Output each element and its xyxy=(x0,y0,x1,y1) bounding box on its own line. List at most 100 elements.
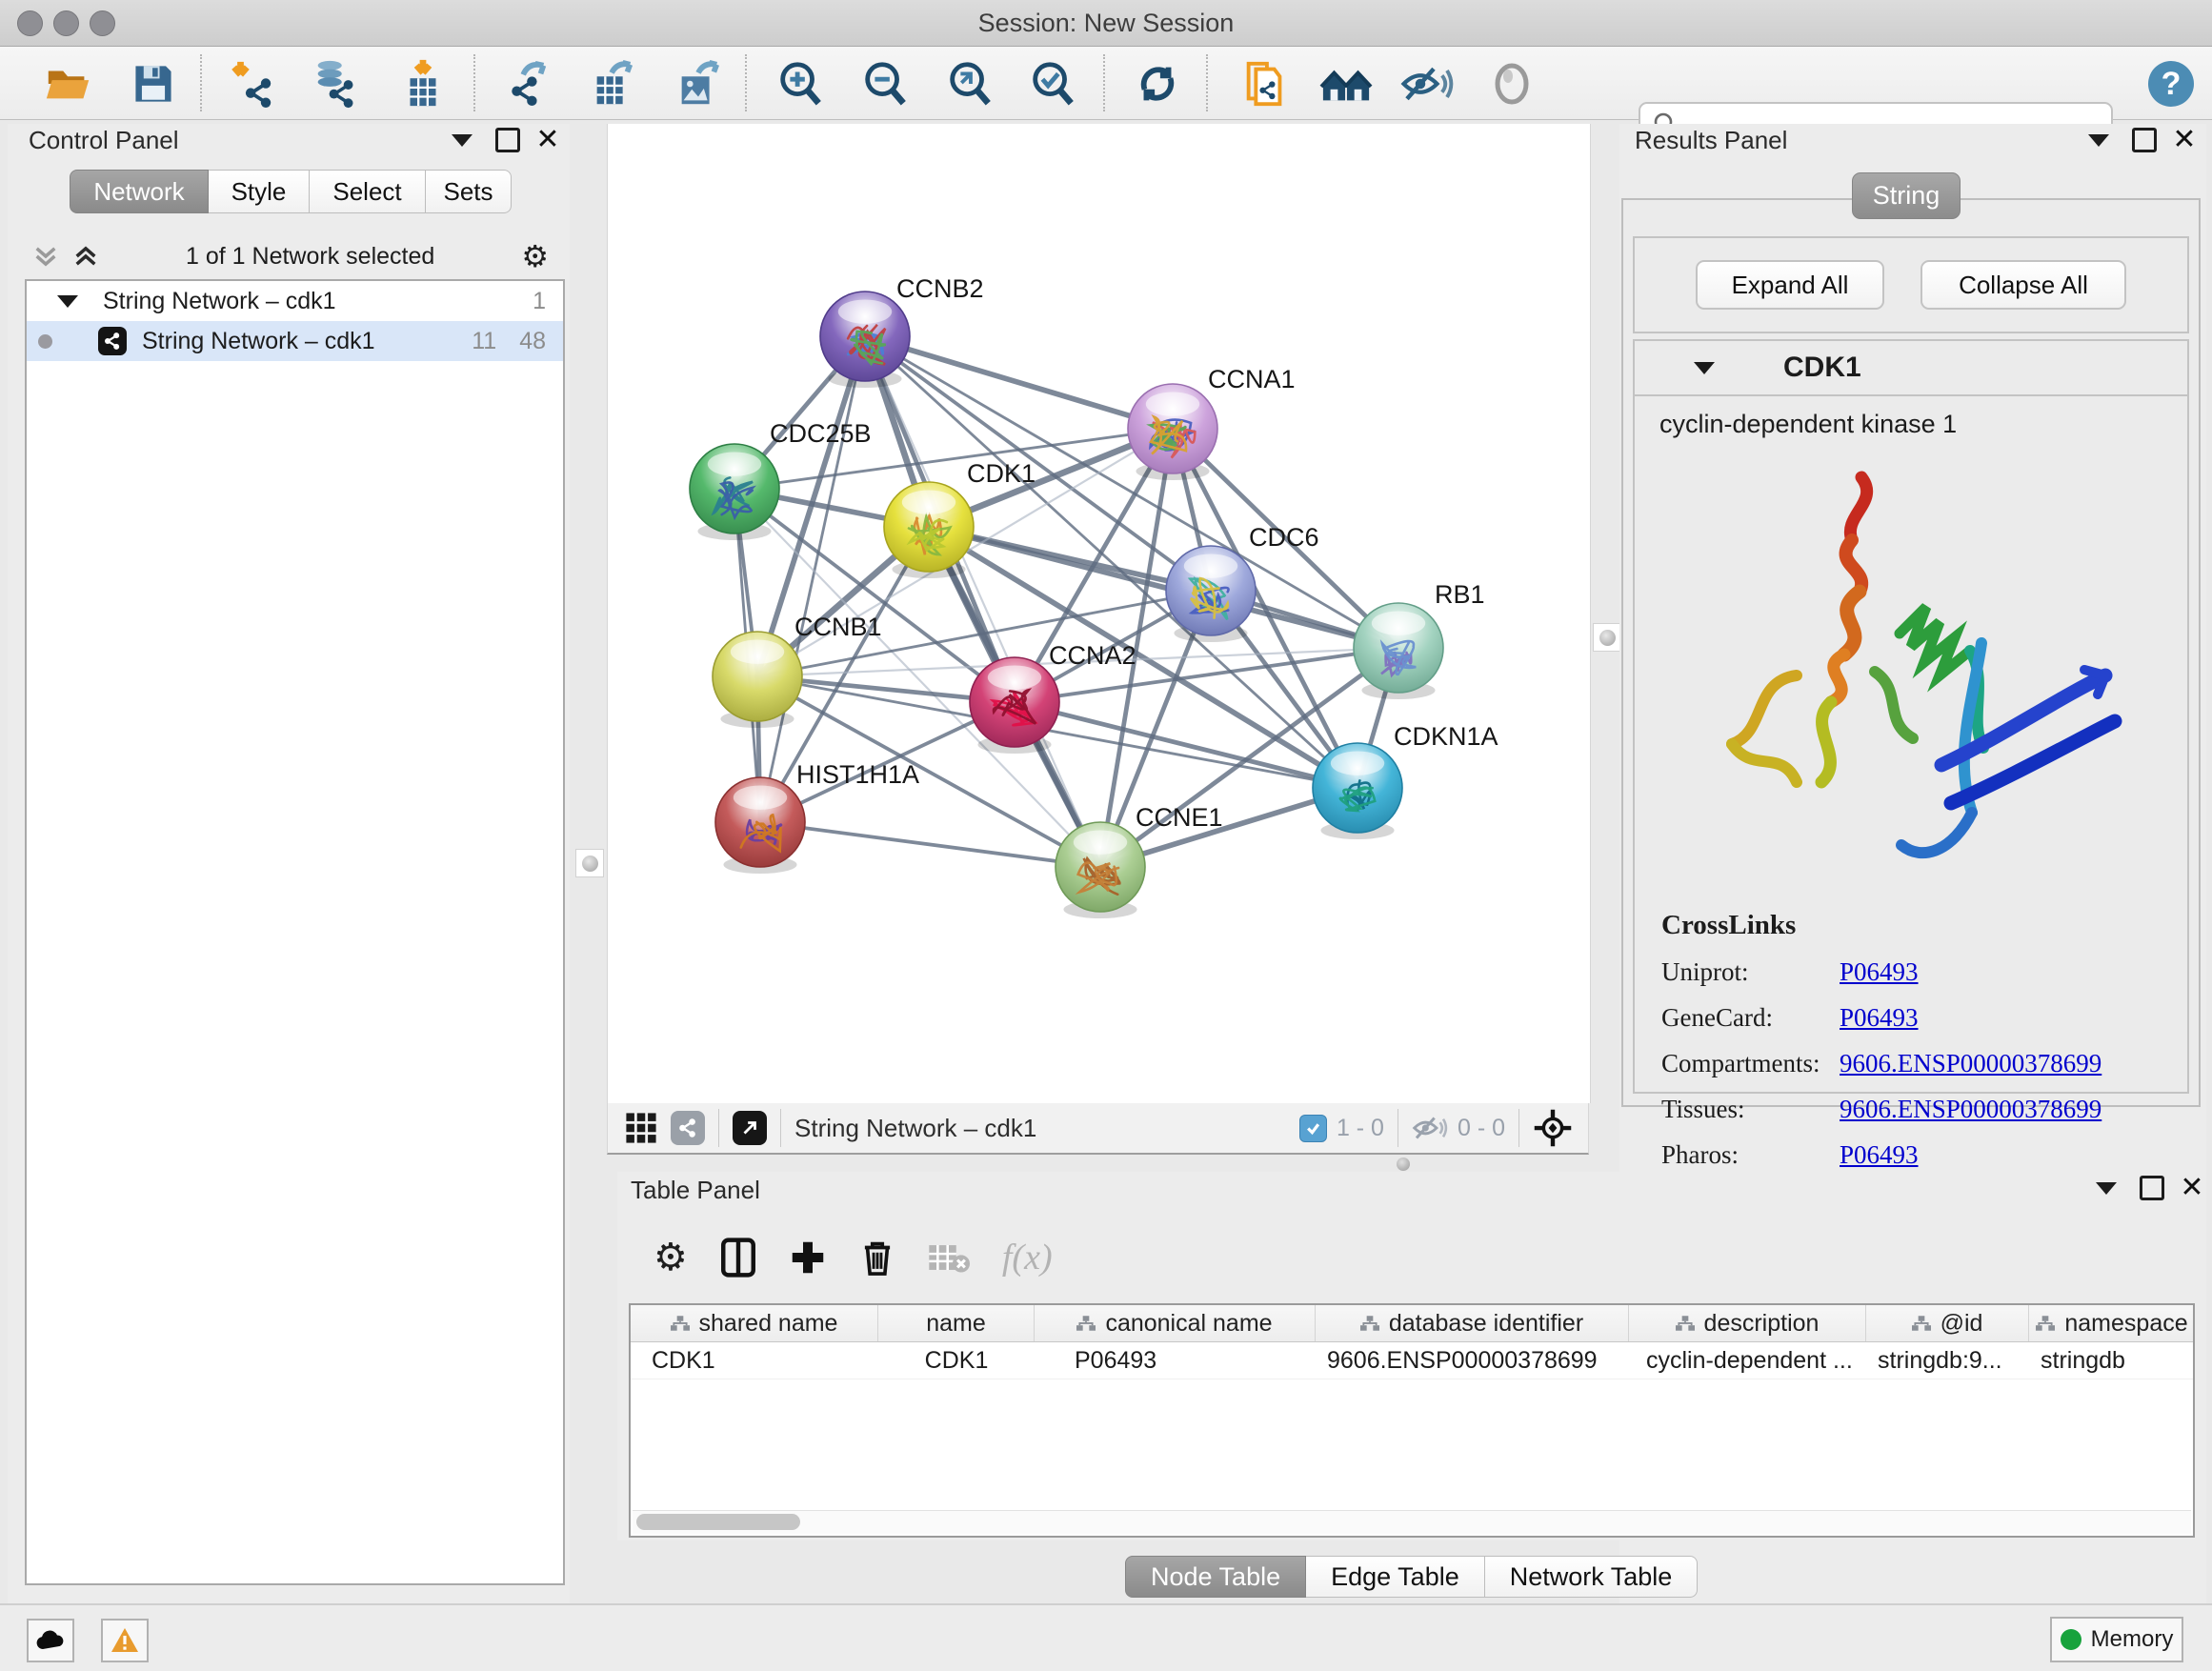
tab-sets[interactable]: Sets xyxy=(426,170,512,213)
memory-button[interactable]: Memory xyxy=(2050,1617,2183,1662)
grid-view-icon[interactable] xyxy=(625,1112,657,1144)
import-network-database-button[interactable] xyxy=(308,56,363,111)
collapse-icon xyxy=(452,134,473,147)
zoom-selected-button[interactable] xyxy=(1025,56,1080,111)
crosslink-label: Uniprot: xyxy=(1661,957,1840,987)
control-panel-close-button[interactable]: ✕ xyxy=(533,124,562,156)
expand-all-icon[interactable] xyxy=(72,243,99,270)
column-header-shared-name[interactable]: shared name xyxy=(631,1305,878,1341)
cell-database-identifier[interactable]: 9606.ENSP00000378699 xyxy=(1316,1342,1629,1379)
network-canvas[interactable]: CCNB2CCNA1CDC25BCDK1CDC6RB1CCNB1CCNA2CDK… xyxy=(607,124,1591,1103)
column-header-name[interactable]: name xyxy=(878,1305,1035,1341)
cell-canonical-name[interactable]: P06493 xyxy=(1035,1342,1316,1379)
control-panel-collapse-button[interactable] xyxy=(448,124,476,156)
status-bar: Memory xyxy=(0,1603,2212,1671)
export-network-button[interactable] xyxy=(501,56,556,111)
detach-view-icon[interactable] xyxy=(733,1111,767,1145)
table-panel-close-button[interactable]: ✕ xyxy=(2178,1172,2206,1204)
results-panel-float-button[interactable] xyxy=(2130,124,2159,156)
disclosure-triangle-icon[interactable] xyxy=(57,295,78,308)
results-panel-close-button[interactable]: ✕ xyxy=(2170,124,2199,156)
svg-text:?: ? xyxy=(2162,66,2182,102)
table-panel-float-button[interactable] xyxy=(2138,1172,2166,1204)
open-session-button[interactable] xyxy=(41,56,96,111)
table-panel-collapse-button[interactable] xyxy=(2092,1172,2121,1204)
hidden-eye-icon[interactable] xyxy=(1412,1115,1448,1141)
export-image-button[interactable] xyxy=(671,56,726,111)
clone-network-icon xyxy=(1239,58,1291,110)
node-table[interactable]: shared name name canonical name database… xyxy=(629,1303,2195,1538)
cell-namespace[interactable]: stringdb xyxy=(2029,1342,2195,1379)
network-badge-icon[interactable] xyxy=(671,1111,705,1145)
network-view-toolbar: String Network – cdk1 1 - 0 0 - 0 xyxy=(607,1103,1589,1155)
delete-table-icon[interactable] xyxy=(928,1241,970,1274)
table-horizontal-scrollbar[interactable] xyxy=(633,1510,2191,1534)
cell-description[interactable]: cyclin-dependent ... xyxy=(1629,1342,1866,1379)
left-splitter-handle[interactable] xyxy=(575,849,604,877)
app-store-button[interactable] xyxy=(27,1619,74,1662)
network-graph[interactable]: CCNB2CCNA1CDC25BCDK1CDC6RB1CCNB1CCNA2CDK… xyxy=(608,124,1588,1103)
table-options-gear-icon[interactable]: ⚙ xyxy=(654,1238,688,1277)
table-tabs: Node Table Edge Table Network Table xyxy=(1125,1556,1698,1598)
scrollbar-thumb[interactable] xyxy=(636,1514,800,1530)
toolbar-separator xyxy=(1518,1109,1519,1147)
string-network-icon xyxy=(98,327,127,355)
function-builder-icon[interactable]: f(x) xyxy=(1002,1237,1053,1278)
network-tree: String Network – cdk1 1 String Network –… xyxy=(25,279,565,1585)
import-network-file-button[interactable] xyxy=(226,56,281,111)
import-table-button[interactable] xyxy=(395,56,451,111)
column-tree-icon xyxy=(1676,1316,1695,1332)
tab-string[interactable]: String xyxy=(1852,172,1961,219)
column-tree-icon xyxy=(1076,1316,1096,1332)
tab-style[interactable]: Style xyxy=(209,170,310,213)
refresh-button[interactable] xyxy=(1130,56,1185,111)
cell-name[interactable]: CDK1 xyxy=(878,1342,1035,1379)
right-splitter-handle[interactable] xyxy=(1593,623,1621,652)
show-columns-icon[interactable] xyxy=(720,1238,756,1278)
add-column-icon[interactable] xyxy=(789,1238,827,1277)
warnings-button[interactable] xyxy=(101,1619,149,1662)
show-all-levels-button[interactable] xyxy=(1318,56,1374,111)
toggle-birds-eye-button[interactable] xyxy=(1484,56,1539,111)
tab-network[interactable]: Network xyxy=(70,170,209,213)
cell-shared-name[interactable]: CDK1 xyxy=(631,1342,878,1379)
tab-network-table[interactable]: Network Table xyxy=(1485,1556,1699,1598)
crosslink-uniprot[interactable]: P06493 xyxy=(1840,957,1919,987)
help-button[interactable]: ? xyxy=(2143,56,2199,111)
crosslink-compartments[interactable]: 9606.ENSP00000378699 xyxy=(1840,1049,2101,1078)
column-header-database-identifier[interactable]: database identifier xyxy=(1316,1305,1629,1341)
crosslink-pharos[interactable]: P06493 xyxy=(1840,1140,1919,1170)
control-panel-float-button[interactable] xyxy=(493,124,522,156)
clone-network-button[interactable] xyxy=(1237,56,1293,111)
delete-column-icon[interactable] xyxy=(859,1238,895,1278)
network-row[interactable]: String Network – cdk1 11 48 xyxy=(27,321,563,361)
network-collection-row[interactable]: String Network – cdk1 1 xyxy=(27,281,563,321)
export-table-button[interactable] xyxy=(586,56,641,111)
expand-all-button[interactable]: Expand All xyxy=(1696,260,1884,310)
crosslink-tissues[interactable]: 9606.ENSP00000378699 xyxy=(1840,1095,2101,1124)
cell-id[interactable]: stringdb:9... xyxy=(1866,1342,2029,1379)
selected-checkbox-icon[interactable] xyxy=(1299,1115,1327,1142)
column-header-id[interactable]: @id xyxy=(1866,1305,2029,1341)
table-row[interactable]: CDK1 CDK1 P06493 9606.ENSP00000378699 cy… xyxy=(631,1342,2193,1379)
column-header-canonical-name[interactable]: canonical name xyxy=(1035,1305,1316,1341)
crosslink-genecard[interactable]: P06493 xyxy=(1840,1003,1919,1033)
tab-select[interactable]: Select xyxy=(310,170,426,213)
fit-content-crosshair-icon[interactable] xyxy=(1533,1108,1573,1148)
bottom-splitter-handle[interactable] xyxy=(1397,1158,1410,1171)
zoom-out-button[interactable] xyxy=(857,56,913,111)
hide-selected-button[interactable] xyxy=(1399,56,1455,111)
protein-card-header[interactable]: CDK1 xyxy=(1635,341,2187,396)
results-panel-collapse-button[interactable] xyxy=(2084,124,2113,156)
column-header-namespace[interactable]: namespace xyxy=(2029,1305,2195,1341)
column-header-description[interactable]: description xyxy=(1629,1305,1866,1341)
network-options-gear-icon[interactable]: ⚙ xyxy=(521,241,549,272)
zoom-fit-button[interactable] xyxy=(942,56,997,111)
collapse-all-icon[interactable] xyxy=(32,243,59,270)
collapse-all-button[interactable]: Collapse All xyxy=(1920,260,2126,310)
tab-edge-table[interactable]: Edge Table xyxy=(1306,1556,1485,1598)
tab-node-table[interactable]: Node Table xyxy=(1125,1556,1306,1598)
zoom-in-button[interactable] xyxy=(773,56,828,111)
save-session-button[interactable] xyxy=(126,56,181,111)
disclosure-triangle-icon[interactable] xyxy=(1694,362,1715,374)
